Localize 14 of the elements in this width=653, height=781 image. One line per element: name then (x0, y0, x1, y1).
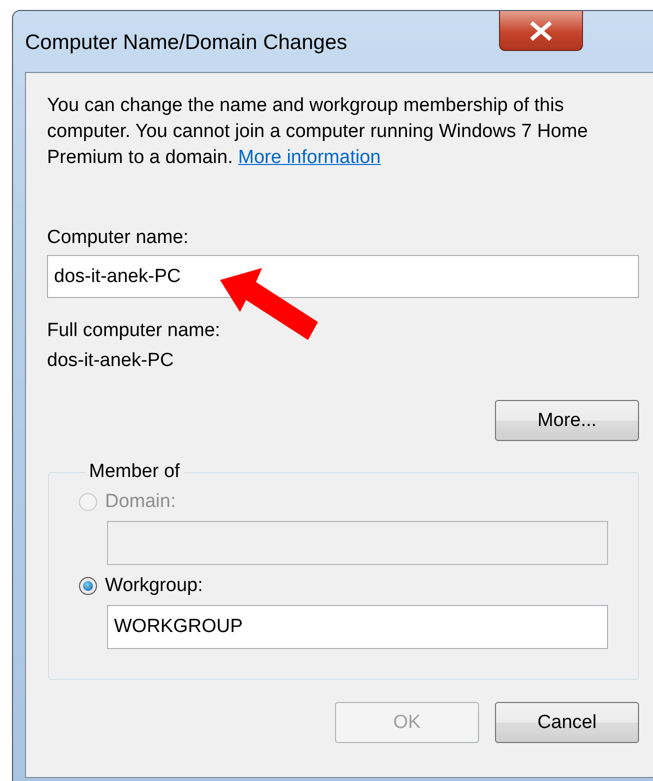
group-title: Member of (88, 461, 181, 483)
field-label: Full computer name: (47, 320, 222, 342)
more-information-link[interactable]: More information (238, 147, 381, 168)
full-computer-name: dos-it-anek-PC (47, 350, 175, 372)
more-button[interactable]: More... (495, 400, 639, 441)
dialog-button[interactable]: Cancel (495, 702, 639, 743)
computer-name-field[interactable]: dos-it-anek-PC (47, 255, 639, 298)
close-icon (528, 20, 554, 40)
intro-text: You can change the name and workgroup membership of this computer. You cannot join a computer running Windows 7 Home Premium to a domain. More information (47, 94, 589, 170)
window-title: Computer Name/Domain Changes (25, 31, 348, 55)
close-button[interactable] (499, 11, 583, 51)
radio-option[interactable]: Workgroup: (79, 575, 638, 597)
field-label: Computer name: (47, 227, 190, 249)
text-field[interactable]: WORKGROUP (107, 605, 608, 649)
